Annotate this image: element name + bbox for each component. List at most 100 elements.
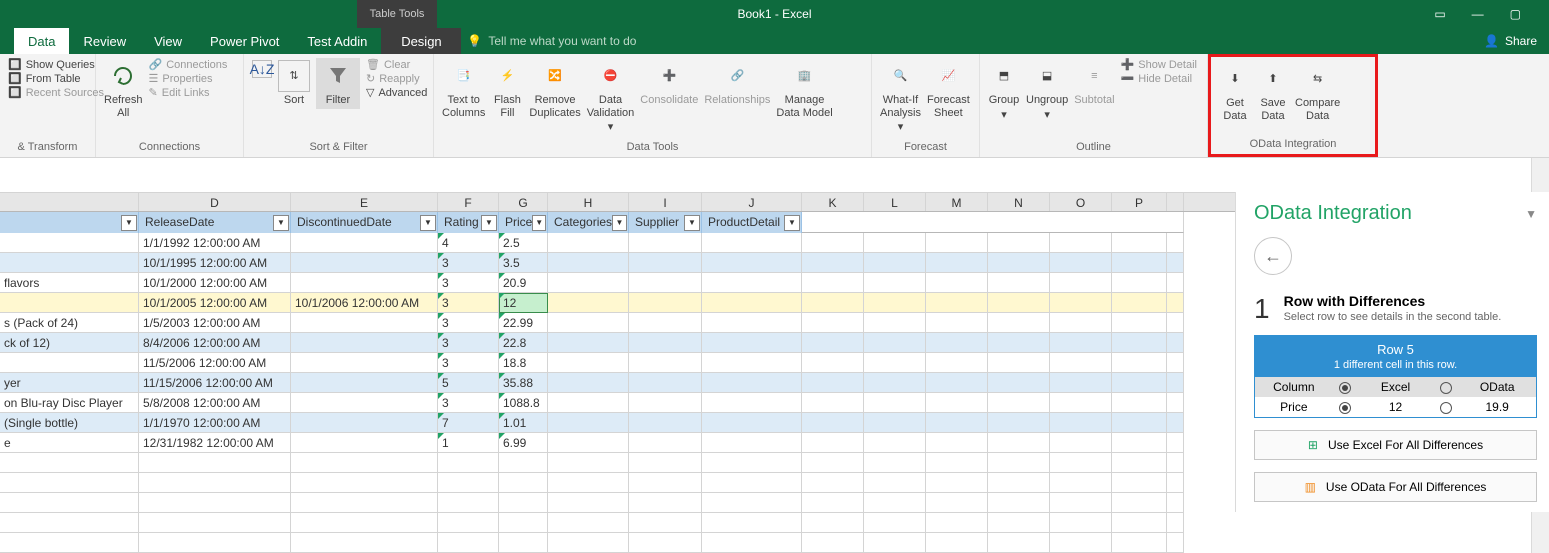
th-excel: Excel [1357,377,1435,397]
group-label-outline: Outline [988,139,1199,155]
col-header-I[interactable]: I [629,193,702,211]
relationships-button[interactable]: 🔗Relationships [704,58,770,107]
ribbon-tabs: Data Review View Power Pivot Test Addin … [0,28,1549,54]
table-header[interactable]: ReleaseDate▼ [139,212,291,233]
table-header[interactable]: Rating▼ [438,212,499,233]
tab-review[interactable]: Review [69,28,140,54]
hide-detail-button[interactable]: ➖ Hide Detail [1121,72,1197,85]
tab-power-pivot[interactable]: Power Pivot [196,28,293,54]
col-header-L[interactable]: L [864,193,926,211]
relationship-icon: 🔗 [721,60,753,92]
manage-data-model-button[interactable]: 🏢Manage Data Model [776,58,832,119]
ungroup-button[interactable]: ⬓Ungroup ▾ [1026,58,1068,121]
td-excel: 12 [1357,397,1435,417]
flash-fill-button[interactable]: ⚡Flash Fill [491,58,523,119]
sort-button[interactable]: ⇅ Sort [278,58,310,107]
diff-row-card[interactable]: Row 5 1 different cell in this row. Colu… [1254,335,1537,418]
col-header-J[interactable]: J [702,193,802,211]
group-button[interactable]: ⬒Group ▾ [988,58,1020,121]
group-label-get-transform: & Transform [8,139,87,155]
filter-dropdown-icon[interactable]: ▼ [612,215,627,231]
col-header-N[interactable]: N [988,193,1050,211]
share-button[interactable]: 👤 Share [1484,28,1537,54]
consolidate-icon: ➕ [653,60,685,92]
td-odata: 19.9 [1458,397,1536,417]
empty-row[interactable] [0,533,1531,553]
ribbon-display-icon[interactable]: ▭ [1434,7,1445,21]
radio-excel-header[interactable] [1339,382,1351,394]
table-header[interactable]: Categories▼ [548,212,629,233]
table-header[interactable]: Supplier▼ [629,212,702,233]
advanced-button[interactable]: ▽ Advanced [366,86,427,99]
from-table-button[interactable]: 🔲 From Table [8,72,104,85]
tab-view[interactable]: View [140,28,196,54]
clear-button[interactable]: 🗑 Clear [366,58,427,71]
radio-odata-header[interactable] [1440,382,1452,394]
radio-excel-row[interactable] [1339,402,1351,414]
col-header-G[interactable]: G [499,193,548,211]
col-header-O[interactable]: O [1050,193,1112,211]
tab-test-addin[interactable]: Test Addin [293,28,381,54]
subtotal-button[interactable]: ≡Subtotal [1074,58,1114,107]
table-header[interactable]: Price▼ [499,212,548,233]
col-header-K[interactable]: K [802,193,864,211]
diff-count: 1 [1254,293,1270,325]
text-to-columns-button[interactable]: 📑Text to Columns [442,58,485,119]
use-odata-all-button[interactable]: ▥ Use OData For All Differences [1254,472,1537,502]
filter-button[interactable]: Filter [316,58,360,109]
maximize-button[interactable]: ▢ [1510,7,1521,21]
filter-dropdown-icon[interactable]: ▼ [420,215,436,231]
filter-dropdown-icon[interactable]: ▼ [481,215,497,231]
data-validation-button[interactable]: ⛔Data Validation ▾ [587,58,635,134]
odata-get-data-button[interactable]: ⬇Get Data [1219,61,1251,122]
empty-row[interactable] [0,513,1531,533]
sort-asc-icon: A↓Z [252,60,272,78]
col-header-D[interactable]: D [139,193,291,211]
arrow-left-icon: ← [1264,246,1282,267]
recent-sources-button[interactable]: 🔲 Recent Sources [8,86,104,99]
consolidate-button[interactable]: ➕Consolidate [640,58,698,107]
minimize-button[interactable]: — [1472,7,1484,21]
edit-links-button[interactable]: ✎ Edit Links [149,86,228,99]
filter-dropdown-icon[interactable]: ▼ [273,215,289,231]
tell-me[interactable]: 💡 Tell me what you want to do [467,28,636,54]
odata-save-data-button[interactable]: ⬆Save Data [1257,61,1289,122]
use-excel-all-button[interactable]: ⊞ Use Excel For All Differences [1254,430,1537,460]
col-header-F[interactable]: F [438,193,499,211]
tab-data[interactable]: Data [14,28,69,54]
th-odata: OData [1458,377,1536,397]
back-button[interactable]: ← [1254,237,1292,275]
tab-design[interactable]: Design [381,28,461,54]
th-column: Column [1255,377,1333,397]
pane-menu-icon[interactable]: ▼ [1525,207,1537,221]
pane-title: OData Integration [1254,202,1412,225]
sort-az-button[interactable]: A↓Z [252,58,272,78]
col-header-P[interactable]: P [1112,193,1167,211]
table-header[interactable]: ▼ [0,212,139,233]
remove-duplicates-button[interactable]: 🔀Remove Duplicates [529,58,580,119]
table-header[interactable]: DiscontinuedDate▼ [291,212,438,233]
table-header[interactable]: ProductDetail▼ [702,212,802,233]
properties-button[interactable]: ☰ Properties [149,72,228,85]
col-header-E[interactable]: E [291,193,438,211]
show-detail-button[interactable]: ➕ Show Detail [1121,58,1197,71]
connections-button[interactable]: 🔗 Connections [149,58,228,71]
show-queries-button[interactable]: 🔲 Show Queries [8,58,104,71]
titlebar: Table Tools Book1 - Excel ▭ — ▢ [0,0,1549,28]
tell-me-label: Tell me what you want to do [488,34,636,48]
whatif-button[interactable]: 🔍What-If Analysis ▾ [880,58,921,134]
radio-odata-row[interactable] [1440,402,1452,414]
reapply-button[interactable]: ↻ Reapply [366,72,427,85]
diff-row-sub: 1 different cell in this row. [1255,359,1536,371]
odata-compare-data-button[interactable]: ⇆Compare Data [1295,61,1340,122]
whatif-icon: 🔍 [884,60,916,92]
refresh-all-button[interactable]: Refresh All [104,58,143,119]
forecast-sheet-button[interactable]: 📈Forecast Sheet [927,58,970,119]
filter-dropdown-icon[interactable]: ▼ [121,215,137,231]
filter-dropdown-icon[interactable]: ▼ [784,215,800,231]
forecast-icon: 📈 [932,60,964,92]
filter-dropdown-icon[interactable]: ▼ [532,215,546,231]
filter-dropdown-icon[interactable]: ▼ [684,215,700,231]
col-header-M[interactable]: M [926,193,988,211]
col-header-H[interactable]: H [548,193,629,211]
